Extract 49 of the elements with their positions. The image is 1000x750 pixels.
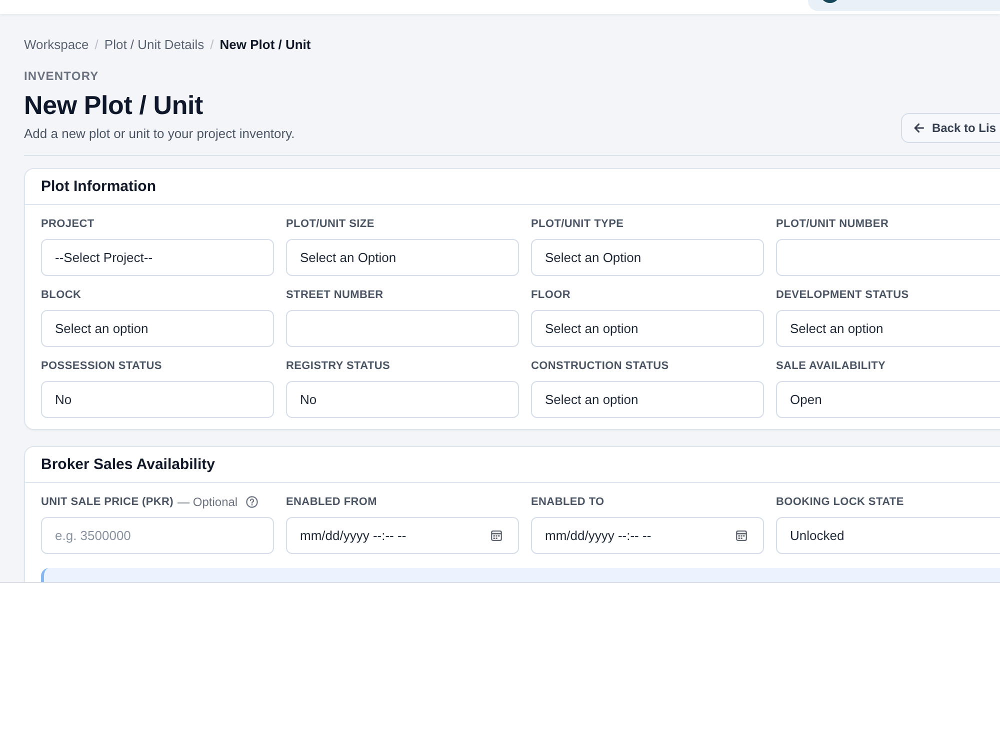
select-field[interactable]: Unlocked (776, 517, 1000, 554)
field-label: UNIT SALE PRICE (PKR) (41, 495, 174, 509)
field-label: ENABLED TO (531, 495, 604, 509)
arrow-left-icon (914, 123, 924, 133)
select-field[interactable]: --Select Project-- (41, 239, 274, 276)
field-label: FLOOR (531, 288, 570, 302)
select-field[interactable]: Select an Option (531, 239, 764, 276)
avatar-icon (823, 0, 837, 3)
field-label: STREET NUMBER (286, 288, 384, 302)
field-label: PROJECT (41, 217, 94, 231)
field-label: POSSESSION STATUS (41, 359, 162, 373)
select-field[interactable]: Open (776, 381, 1000, 418)
date-time-field[interactable]: mm/dd/yyyy --:-- -- (286, 517, 519, 554)
optional-hint: — Optional (178, 495, 238, 509)
field-label: BLOCK (41, 288, 82, 302)
select-field[interactable]: Select an option (776, 310, 1000, 347)
select-field[interactable]: Select an option (41, 310, 274, 347)
input-field[interactable]: e.g. 3500000 (41, 517, 274, 554)
field-label: REGISTRY STATUS (286, 359, 390, 373)
field-label: PLOT/UNIT NUMBER (776, 217, 889, 231)
field-label: SALE AVAILABILITY (776, 359, 886, 373)
calendar-icon[interactable] (736, 530, 747, 541)
breadcrumb-separator: / (94, 36, 98, 54)
page-title: New Plot / Unit (24, 89, 204, 122)
breadcrumb-link[interactable]: Plot / Unit Details (104, 36, 204, 54)
select-field[interactable]: Select an Option (286, 239, 519, 276)
input-field[interactable] (286, 310, 519, 347)
field-label: CONSTRUCTION STATUS (531, 359, 669, 373)
back-button[interactable]: Back to Lis (900, 113, 1000, 143)
breadcrumb-separator: / (210, 36, 214, 54)
page-subtitle: Add a new plot or unit to your project inventory. (24, 125, 295, 143)
field-label: PLOT/UNIT SIZE (286, 217, 374, 231)
field-label: DEVELOPMENT STATUS (776, 288, 909, 302)
calendar-icon[interactable] (491, 530, 502, 541)
page-eyebrow: INVENTORY (24, 68, 100, 84)
section-title: Plot Information (41, 178, 156, 195)
help-icon[interactable] (246, 496, 258, 508)
select-field[interactable]: No (286, 381, 519, 418)
select-field[interactable]: Select an option (531, 310, 764, 347)
field-label: ENABLED FROM (286, 495, 378, 509)
field-label: PLOT/UNIT TYPE (531, 217, 624, 231)
breadcrumb-current: New Plot / Unit (220, 36, 311, 54)
field-label: BOOKING LOCK STATE (776, 495, 904, 509)
section-title: Broker Sales Availability (41, 456, 215, 473)
input-field[interactable] (776, 239, 1000, 276)
select-field[interactable]: Select an option (531, 381, 764, 418)
breadcrumb-link[interactable]: Workspace (24, 36, 89, 54)
select-field[interactable]: No (41, 381, 274, 418)
date-time-field[interactable]: mm/dd/yyyy --:-- -- (531, 517, 764, 554)
